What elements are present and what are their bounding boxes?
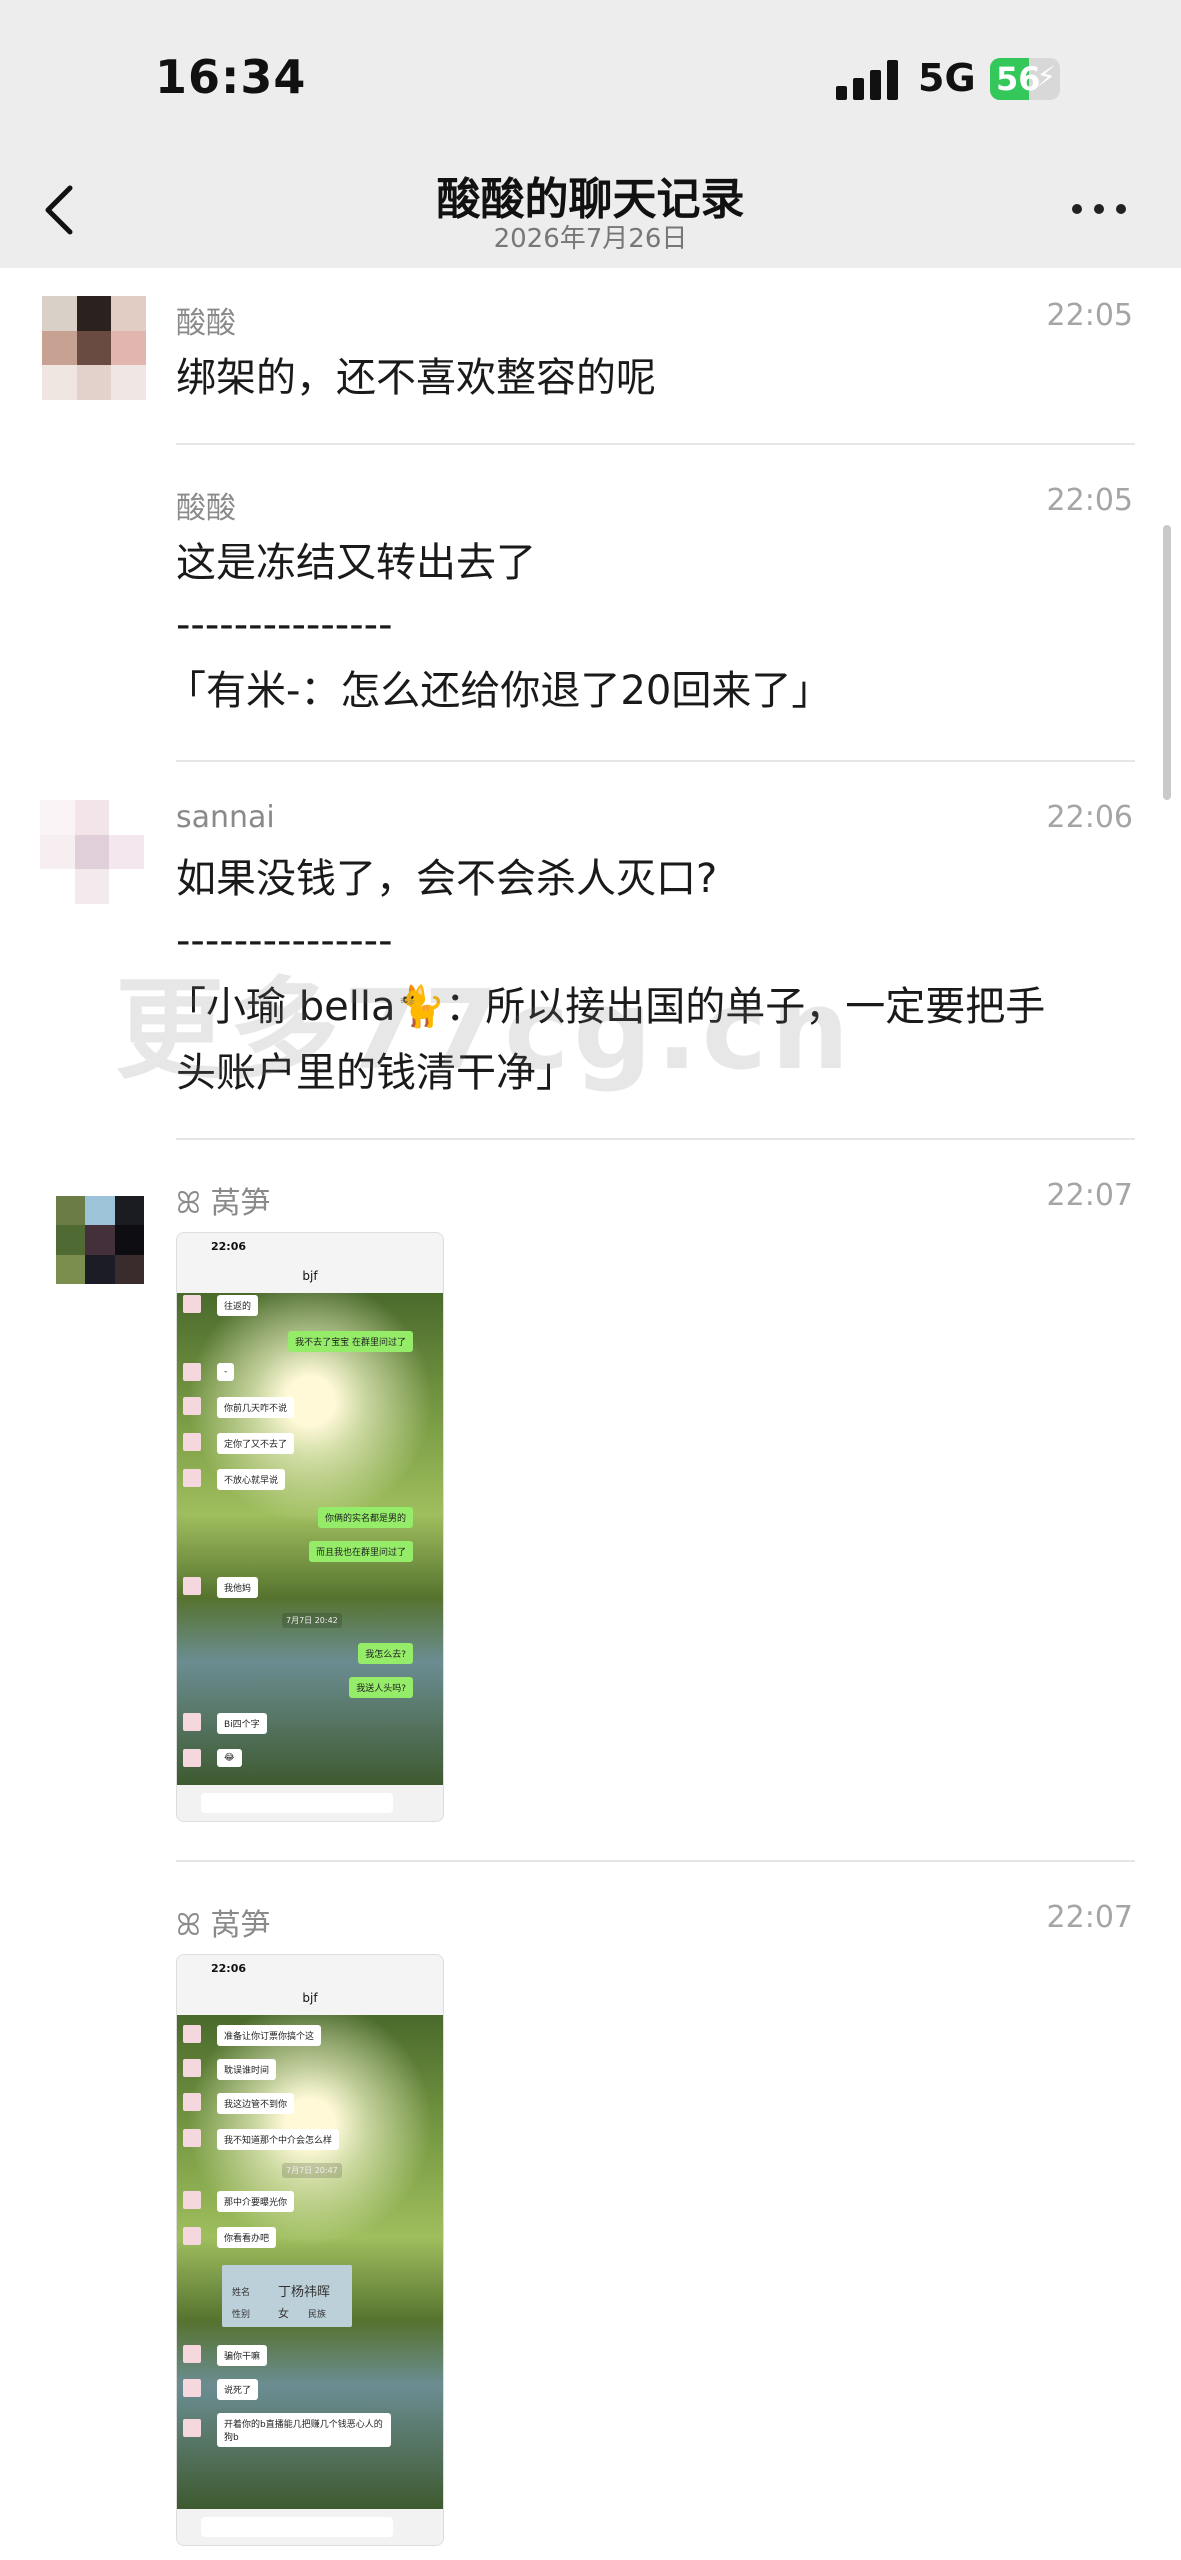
divider [176, 443, 1135, 445]
message-text: 这是冻结又转出去了 [176, 540, 536, 586]
quoted-text: 「有米-：怎么还给你退了20回来了」 [166, 668, 832, 714]
divider [176, 1860, 1135, 1862]
shot-input-bar [177, 1785, 443, 1821]
scrollbar[interactable] [1163, 525, 1171, 800]
charging-icon: ⚡ [1036, 60, 1056, 93]
divider [176, 760, 1135, 762]
more-icon[interactable] [1072, 200, 1132, 220]
battery-icon: 56 ⚡ [990, 58, 1060, 100]
avatar[interactable] [56, 1196, 144, 1284]
message-time: 22:06 [1046, 800, 1133, 835]
id-card-image: 姓名 丁杨祎晖 性别 女 民族 [222, 2265, 352, 2327]
message-text: 绑架的，还不喜欢整容的呢 [176, 355, 656, 401]
image-message[interactable]: 22:06 bjf 往返的 我不去了宝宝 在群里问过了 - 你前几天咋不说 定你… [176, 1232, 444, 1822]
avatar[interactable] [40, 800, 144, 904]
watermark: 更多77cg.cn [115, 966, 854, 1094]
chat-background: 往返的 我不去了宝宝 在群里问过了 - 你前几天咋不说 定你了又不去了 不放心就… [177, 1293, 443, 1785]
avatar[interactable] [42, 296, 146, 400]
sender-name: 酸酸 [176, 491, 236, 526]
message-time: 22:07 [1046, 1178, 1133, 1213]
shot-input-bar [177, 2509, 443, 2545]
sender-name: ꕤ 莴笋 [176, 1186, 271, 1221]
sender-name: ꕤ 莴笋 [176, 1908, 271, 1943]
shot-status-bar: 22:06 [177, 1233, 443, 1259]
message-time: 22:05 [1046, 483, 1133, 518]
sender-name: sannai [176, 800, 275, 835]
shot-title: bjf [177, 1259, 443, 1293]
message-time: 22:07 [1046, 1900, 1133, 1935]
page-date: 2026年7月26日 [493, 224, 688, 254]
chat-background: 准备让你订票你搞个这 耽误谁时间 我这边管不到你 我不知道那个中介会怎么样 7月… [177, 2015, 443, 2509]
battery-level: 56 [996, 60, 1041, 98]
sender-name: 酸酸 [176, 306, 236, 341]
image-message[interactable]: 22:06 bjf 准备让你订票你搞个这 耽误谁时间 我这边管不到你 我不知道那… [176, 1954, 444, 2546]
message-separator: --------------- [176, 602, 393, 648]
status-time: 16:34 [155, 50, 307, 104]
message-time: 22:05 [1046, 298, 1133, 333]
network-type: 5G [918, 56, 976, 100]
divider [176, 1138, 1135, 1140]
shot-status-bar: 22:06 [177, 1955, 443, 1981]
message-text: 如果没钱了，会不会杀人灭口? [176, 856, 718, 902]
shot-title: bjf [177, 1981, 443, 2015]
signal-icon [836, 60, 898, 100]
